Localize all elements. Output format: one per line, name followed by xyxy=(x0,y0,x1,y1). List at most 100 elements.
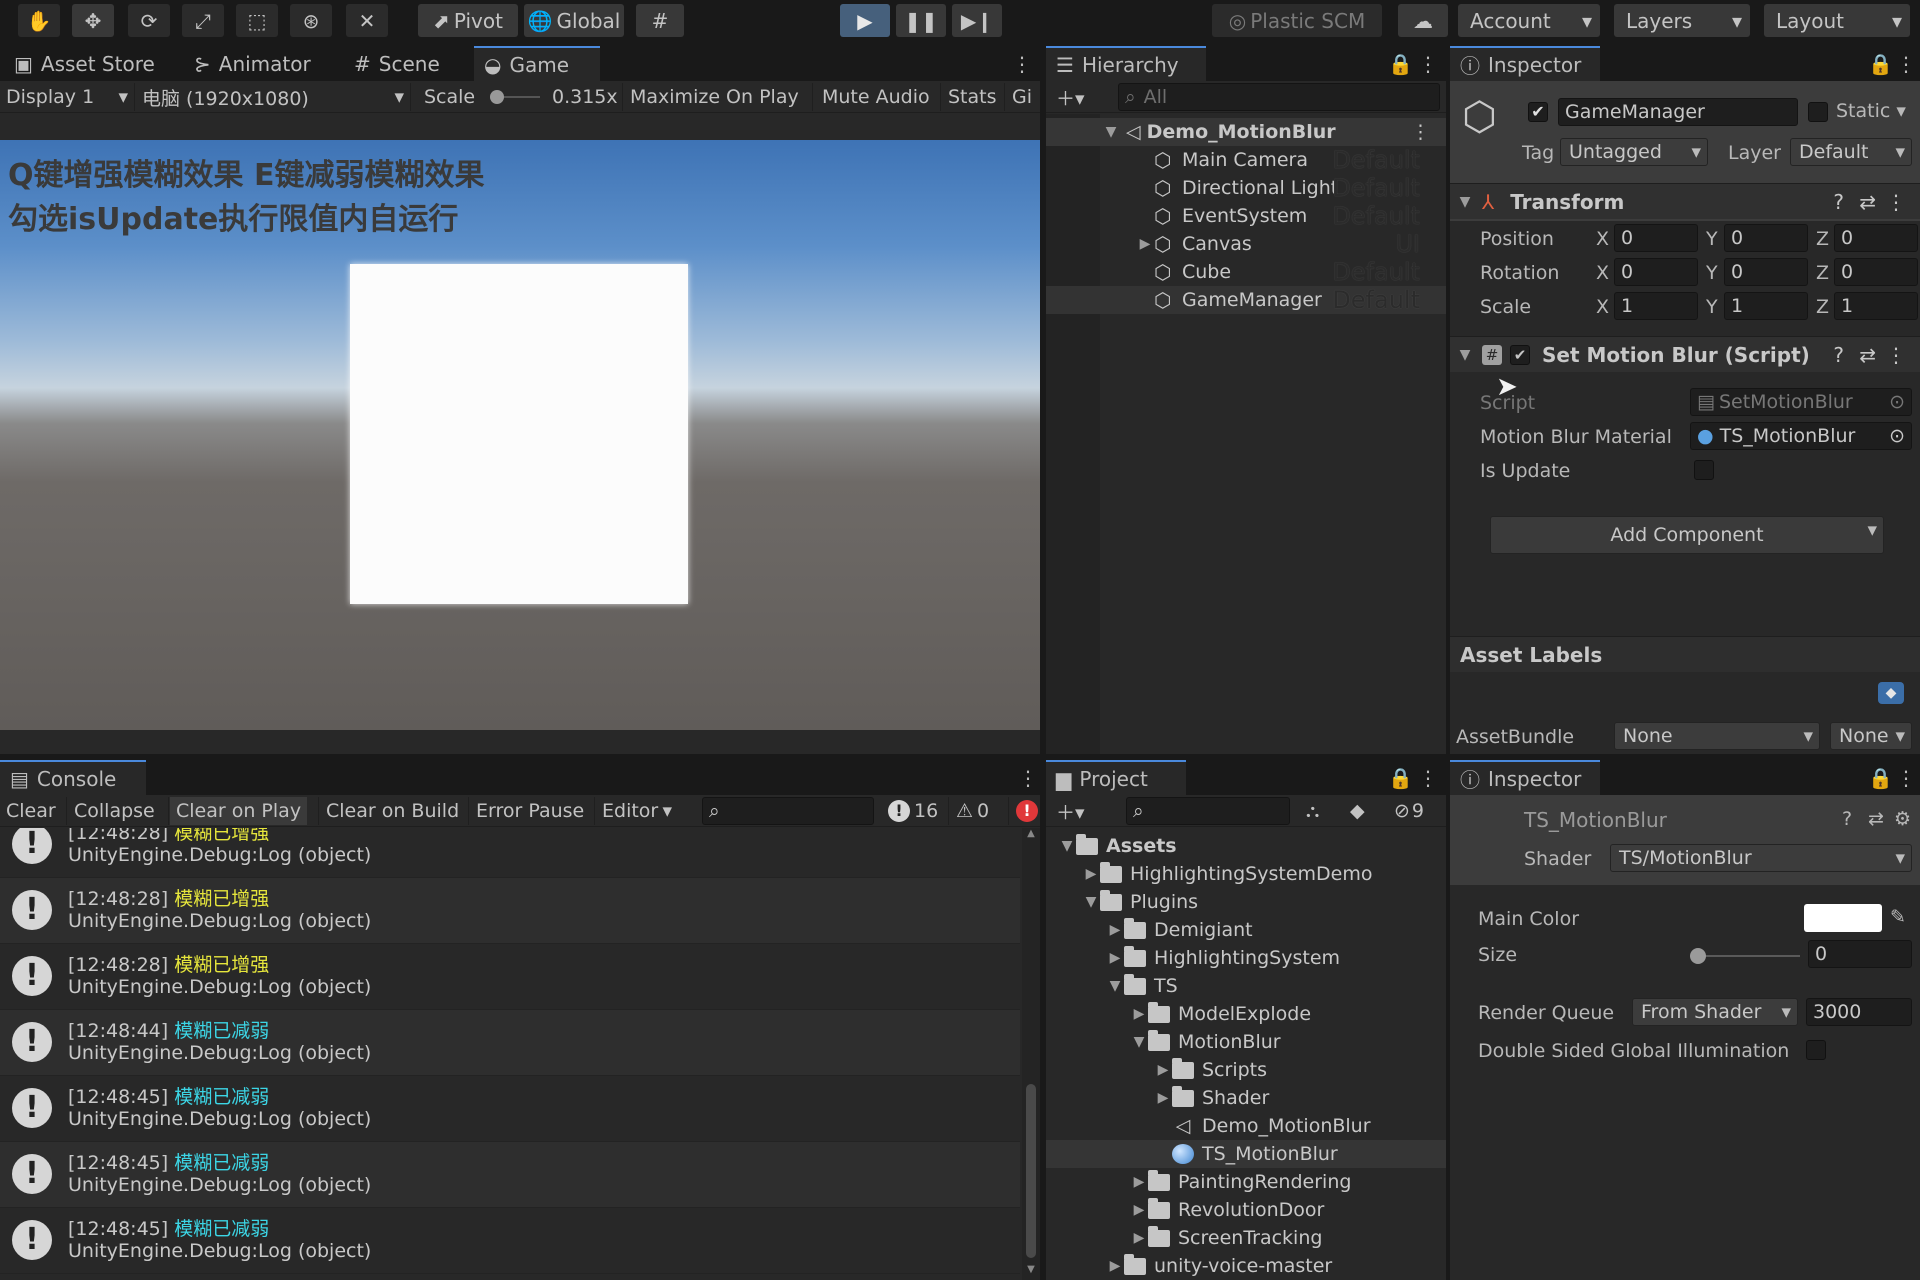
scene-menu-icon[interactable]: ⋮ xyxy=(1411,121,1430,143)
position-z-field[interactable]: 0 xyxy=(1834,224,1918,252)
project-item-demo-motionblur[interactable]: ◁ Demo_MotionBlur xyxy=(1046,1112,1446,1140)
rotation-z-field[interactable]: 0 xyxy=(1834,258,1918,286)
expand-arrow-icon[interactable]: ▶ xyxy=(1106,1258,1124,1274)
info-count-button[interactable]: ! 16 xyxy=(882,797,944,825)
main-color-swatch[interactable] xyxy=(1804,904,1882,932)
layout-dropdown[interactable]: Layout ▾ xyxy=(1764,4,1910,37)
tab-inspector-2[interactable]: ⓘ Inspector xyxy=(1450,760,1600,795)
console-log-entry[interactable]: ! [12:48:28] 模糊已增强 UnityEngine.Debug:Log (… xyxy=(0,944,1020,1010)
motion-blur-material-field[interactable]: ● TS_MotionBlur ⊙ xyxy=(1690,422,1912,450)
resolution-dropdown[interactable]: 电脑 (1920x1080) ▾ xyxy=(136,83,408,111)
search-by-label-icon[interactable]: ◆ xyxy=(1344,797,1371,825)
rotate-tool-icon[interactable]: ⟳ xyxy=(128,4,170,37)
project-item-highlightingsystem[interactable]: ▶ HighlightingSystem xyxy=(1046,944,1446,972)
project-tree[interactable]: ▼ Assets ▶ HighlightingSystemDemo ▼ Plugins ▶ D… xyxy=(1046,828,1446,1280)
hand-tool-icon[interactable]: ✋ xyxy=(18,4,60,37)
cloud-icon[interactable]: ☁ xyxy=(1398,4,1448,37)
project-item-plugins[interactable]: ▼ Plugins xyxy=(1046,888,1446,916)
object-picker-icon[interactable]: ⊙ xyxy=(1889,425,1905,447)
script-component-header[interactable]: ▼ # ✔ Set Motion Blur (Script) ? ⇄ ⋮ xyxy=(1450,336,1920,372)
expand-arrow-icon[interactable]: ▼ xyxy=(1130,1034,1148,1050)
hierarchy-item-gamemanager[interactable]: ⬡ GameManager Default xyxy=(1046,286,1446,314)
project-item-modelexplode[interactable]: ▶ ModelExplode xyxy=(1046,1000,1446,1028)
size-field[interactable]: 0 xyxy=(1808,940,1912,968)
project-item-ts-motionblur[interactable]: TS_MotionBlur xyxy=(1046,1140,1446,1168)
tab-game[interactable]: ◒ Game xyxy=(474,46,600,81)
rect-tool-icon[interactable]: ⬚ xyxy=(236,4,278,37)
hierarchy-item-canvas[interactable]: ▶ ⬡ Canvas UI xyxy=(1046,230,1446,258)
eyedropper-icon[interactable]: ✎ xyxy=(1890,906,1906,928)
custom-tool-icon[interactable]: ✕ xyxy=(346,4,388,37)
mute-audio-button[interactable]: Mute Audio xyxy=(816,83,936,111)
rotation-y-field[interactable]: 0 xyxy=(1724,258,1808,286)
object-name-field[interactable]: GameManager xyxy=(1558,98,1798,126)
active-checkbox[interactable]: ✔ xyxy=(1528,102,1548,122)
project-item-assets[interactable]: ▼ Assets xyxy=(1046,832,1446,860)
scale-slider[interactable] xyxy=(490,90,540,104)
expand-arrow-icon[interactable]: ▼ xyxy=(1058,838,1076,854)
console-search-input[interactable]: ⌕ xyxy=(702,797,874,825)
component-menu-icon[interactable]: ⋮ xyxy=(1886,343,1906,367)
preset-icon[interactable]: ⇄ xyxy=(1868,808,1884,830)
console-log-entry[interactable]: ! [12:48:45] 模糊已减弱 UnityEngine.Debug:Log (… xyxy=(0,1142,1020,1208)
scale-tool-icon[interactable]: ⤢ xyxy=(182,4,224,37)
layer-dropdown[interactable]: Default xyxy=(1790,138,1912,166)
assetbundle-variant-dropdown[interactable]: None xyxy=(1830,722,1912,750)
editor-dropdown[interactable]: Editor ▾ xyxy=(596,797,676,825)
tab-animator[interactable]: ⊱ Animator xyxy=(184,46,321,81)
collapse-button[interactable]: Collapse xyxy=(68,797,161,825)
gear-icon[interactable]: ⚙ xyxy=(1894,808,1911,830)
console-scrollbar[interactable]: ▲ ▼ xyxy=(1022,828,1040,1280)
gizmos-button[interactable]: Gi xyxy=(1006,83,1038,111)
expand-arrow-icon[interactable]: ▶ xyxy=(1130,1006,1148,1022)
scale-y-field[interactable]: 1 xyxy=(1724,292,1808,320)
console-log-entry[interactable]: ! [12:48:44] 模糊已减弱 UnityEngine.Debug:Log (… xyxy=(0,1010,1020,1076)
project-item-paintingrendering[interactable]: ▶ PaintingRendering xyxy=(1046,1168,1446,1196)
expand-arrow-icon[interactable]: ▶ xyxy=(1130,1230,1148,1246)
console-log-list[interactable]: ! [12:48:28] 模糊已增强 UnityEngine.Debug:Log (… xyxy=(0,828,1040,1280)
tab-scene[interactable]: # Scene xyxy=(344,46,450,81)
clear-on-build-button[interactable]: Clear on Build xyxy=(320,797,465,825)
assetbundle-dropdown[interactable]: None xyxy=(1614,722,1820,750)
step-icon[interactable]: ▶❙ xyxy=(952,4,1002,37)
static-dropdown[interactable]: Static ▾ xyxy=(1836,100,1906,122)
help-icon[interactable]: ? xyxy=(1833,190,1844,214)
warning-count-button[interactable]: ⚠ 0 xyxy=(950,797,995,825)
project-search-input[interactable]: ⌕ xyxy=(1126,797,1290,825)
hidden-packages-button[interactable]: ⊘ 9 xyxy=(1388,797,1430,825)
panel-menu-icon[interactable]: ⋮ xyxy=(1002,46,1040,81)
add-object-button[interactable]: ＋▾ xyxy=(1050,83,1091,111)
project-item-screentracking[interactable]: ▶ ScreenTracking xyxy=(1046,1224,1446,1252)
project-item-revolutiondoor[interactable]: ▶ RevolutionDoor xyxy=(1046,1196,1446,1224)
scale-x-field[interactable]: 1 xyxy=(1614,292,1698,320)
scroll-up-icon[interactable]: ▲ xyxy=(1022,828,1040,839)
hierarchy-item-eventsystem[interactable]: ⬡ EventSystem Default xyxy=(1046,202,1446,230)
tab-console[interactable]: ▤ Console xyxy=(0,760,146,795)
clear-button[interactable]: Clear xyxy=(0,797,62,825)
component-menu-icon[interactable]: ⋮ xyxy=(1886,190,1906,214)
error-count-button[interactable]: ! xyxy=(1010,797,1040,825)
tag-icon[interactable]: ◆ xyxy=(1878,682,1904,704)
project-item-demigiant[interactable]: ▶ Demigiant xyxy=(1046,916,1446,944)
console-log-entry[interactable]: ! [12:48:28] 模糊已增强 UnityEngine.Debug:Log (… xyxy=(0,878,1020,944)
render-queue-field[interactable]: 3000 xyxy=(1806,998,1912,1026)
position-y-field[interactable]: 0 xyxy=(1724,224,1808,252)
expand-arrow-icon[interactable]: ▼ xyxy=(1082,894,1100,910)
expand-arrow-icon[interactable]: ▼ xyxy=(1106,978,1124,994)
global-button[interactable]: 🌐 Global xyxy=(524,4,624,37)
pivot-button[interactable]: ⬈ Pivot xyxy=(418,4,518,37)
project-item-scripts[interactable]: ▶ Scripts xyxy=(1046,1056,1446,1084)
console-log-entry[interactable]: ! [12:48:45] 模糊已减弱 UnityEngine.Debug:Log (… xyxy=(0,1076,1020,1142)
scrollbar-thumb[interactable] xyxy=(1026,1084,1036,1258)
panel-menu-icon[interactable]: ⋮ xyxy=(1886,46,1920,81)
preset-icon[interactable]: ⇄ xyxy=(1859,190,1876,214)
create-asset-button[interactable]: ＋▾ xyxy=(1050,797,1091,825)
layers-dropdown[interactable]: Layers ▾ xyxy=(1614,4,1750,37)
scale-z-field[interactable]: 1 xyxy=(1834,292,1918,320)
project-item-shader[interactable]: ▶ Shader xyxy=(1046,1084,1446,1112)
hierarchy-item-main-camera[interactable]: ⬡ Main Camera Default xyxy=(1046,146,1446,174)
expand-arrow-icon[interactable]: ▶ xyxy=(1106,950,1124,966)
search-by-type-icon[interactable]: ⛬ xyxy=(1300,797,1325,825)
hierarchy-search-input[interactable]: ⌕ All xyxy=(1118,83,1440,111)
project-item-highlightingsystemdemo[interactable]: ▶ HighlightingSystemDemo xyxy=(1046,860,1446,888)
